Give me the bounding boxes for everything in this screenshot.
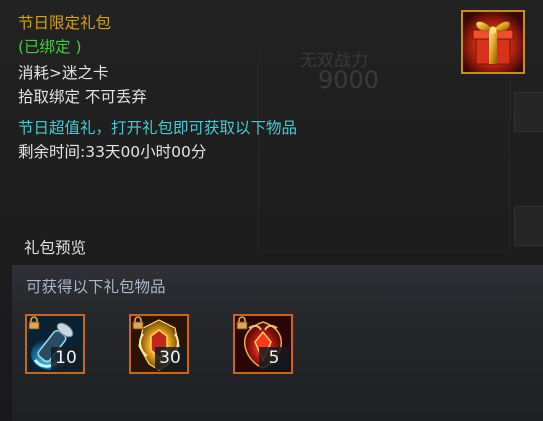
reward-slot-2[interactable]: 30 — [129, 314, 189, 374]
lock-icon — [28, 316, 40, 330]
reward-slot-1[interactable]: 10 — [25, 314, 85, 374]
preview-title: 礼包预览 — [24, 239, 87, 257]
pickup-rule: 拾取绑定 不可丢弃 — [18, 88, 147, 106]
item-name: 节日限定礼包 — [18, 14, 112, 32]
background-slot — [514, 92, 543, 132]
lock-icon — [236, 316, 248, 330]
remaining-time: 剩余时间:33天00小时00分 — [18, 143, 207, 161]
lock-icon — [132, 316, 144, 330]
item-description: 节日超值礼，打开礼包即可获取以下物品 — [18, 119, 298, 137]
item-count: 30 — [155, 347, 185, 370]
preview-panel: 可获得以下礼包物品 10 30 5 — [12, 265, 543, 421]
background-slot — [514, 206, 543, 246]
gift-box-icon — [461, 10, 525, 74]
consume-text: 消耗>迷之卡 — [18, 64, 109, 82]
bind-status: (已绑定 ) — [18, 38, 82, 56]
item-count: 5 — [259, 347, 289, 370]
background-faded-number: 9000 — [318, 66, 380, 94]
item-tooltip: 无双战力 9000 节日限定礼包 (已绑定 ) 消耗>迷之卡 拾取绑定 不可丢弃… — [0, 0, 543, 421]
item-count: 10 — [51, 347, 81, 370]
preview-subtitle: 可获得以下礼包物品 — [26, 278, 166, 296]
reward-slot-3[interactable]: 5 — [233, 314, 293, 374]
